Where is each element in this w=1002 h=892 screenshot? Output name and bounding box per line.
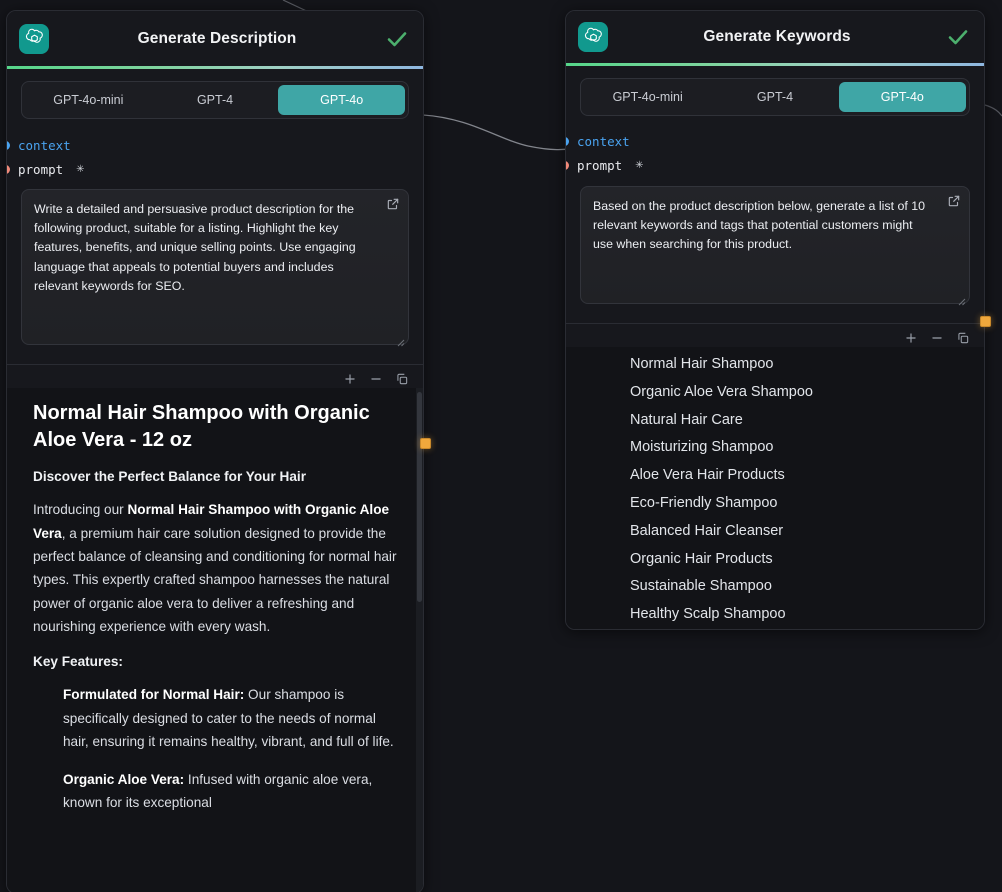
copy-icon[interactable] xyxy=(956,331,970,345)
list-item: Organic Hair Products xyxy=(630,550,773,567)
markdown-output: Normal Hair Shampoo with Organic Aloe Ve… xyxy=(7,388,423,848)
port-dot-context-icon[interactable] xyxy=(7,140,10,150)
model-selector[interactable]: GPT-4o-mini GPT-4 GPT-4o xyxy=(580,77,970,116)
port-prompt[interactable]: prompt ✳ xyxy=(7,157,409,181)
node-generate-description[interactable]: Generate Description GPT-4o-mini GPT-4 G… xyxy=(6,10,424,892)
list-item: Organic Aloe Vera: Infused with organic … xyxy=(63,771,373,810)
prompt-input[interactable] xyxy=(21,189,409,346)
output-feature-list: Formulated for Normal Hair: Our shampoo … xyxy=(33,683,397,814)
port-list: context prompt ✳ xyxy=(7,119,409,181)
output-heading-title: Normal Hair Shampoo with Organic Aloe Ve… xyxy=(33,402,370,451)
port-dot-prompt-icon[interactable] xyxy=(566,161,569,171)
output-panel[interactable]: Normal Hair Shampoo Organic Aloe Vera Sha… xyxy=(566,346,984,629)
list-item: Sustainable Shampoo xyxy=(630,578,772,595)
openai-logo-icon xyxy=(578,22,608,53)
port-list: context prompt ✳ xyxy=(566,116,970,178)
minus-icon[interactable] xyxy=(930,331,944,345)
port-context[interactable]: context xyxy=(566,130,970,154)
output-subheading: Discover the Perfect Balance for Your Ha… xyxy=(33,469,306,485)
check-icon xyxy=(946,25,970,49)
node-header[interactable]: Generate Description xyxy=(7,11,423,66)
port-prompt[interactable]: prompt ✳ xyxy=(566,154,970,178)
port-dot-prompt-icon[interactable] xyxy=(7,164,10,174)
port-label-prompt: prompt xyxy=(18,161,64,177)
model-option-gpt-4o[interactable]: GPT-4o xyxy=(278,85,406,115)
scrollbar-thumb[interactable] xyxy=(417,392,422,603)
openai-logo-icon xyxy=(19,23,49,54)
list-item: Balanced Hair Cleanser xyxy=(630,522,784,539)
port-label-context: context xyxy=(577,134,630,150)
node-body: GPT-4o-mini GPT-4 GPT-4o context prompt … xyxy=(566,66,984,309)
model-option-gpt-4[interactable]: GPT-4 xyxy=(711,82,838,112)
output-handle-left-node[interactable] xyxy=(420,438,431,449)
node-body: GPT-4o-mini GPT-4 GPT-4o context prompt … xyxy=(7,69,423,350)
node-title: Generate Description xyxy=(137,29,297,47)
list-item: Normal Hair Shampoo xyxy=(630,355,774,372)
list-item: Formulated for Normal Hair: Our shampoo … xyxy=(63,687,394,750)
port-dot-context-icon[interactable] xyxy=(566,137,569,147)
model-option-gpt-4[interactable]: GPT-4 xyxy=(152,85,279,115)
list-item: Natural Hair Care xyxy=(630,411,743,428)
check-icon xyxy=(385,27,409,51)
edge-outgoing-right-node xyxy=(984,104,1002,117)
required-star-icon: ✳ xyxy=(635,160,644,172)
output-heading-key-features: Key Features: xyxy=(33,654,123,670)
minus-icon[interactable] xyxy=(369,372,383,386)
plus-icon[interactable] xyxy=(343,372,357,386)
node-generate-keywords[interactable]: Generate Keywords GPT-4o-mini GPT-4 GPT-… xyxy=(565,10,985,630)
model-option-gpt-4o[interactable]: GPT-4o xyxy=(838,81,966,112)
port-label-prompt: prompt xyxy=(577,158,623,174)
list-item: Eco-Friendly Shampoo xyxy=(630,494,778,511)
port-context[interactable]: context xyxy=(7,133,409,157)
list-item: Aloe Vera Hair Products xyxy=(630,467,785,484)
output-toolbar xyxy=(7,365,423,388)
model-option-gpt-4o-mini[interactable]: GPT-4o-mini xyxy=(584,82,711,112)
edge-description-to-keywords xyxy=(422,114,576,151)
output-scrollbar[interactable] xyxy=(416,388,423,892)
flow-canvas[interactable]: Generate Description GPT-4o-mini GPT-4 G… xyxy=(0,0,1002,892)
plus-icon[interactable] xyxy=(904,331,918,345)
copy-icon[interactable] xyxy=(395,372,409,386)
node-title: Generate Keywords xyxy=(703,28,851,46)
list-item: Healthy Scalp Shampoo xyxy=(630,606,786,623)
required-star-icon: ✳ xyxy=(76,163,85,175)
node-header[interactable]: Generate Keywords xyxy=(566,11,984,64)
prompt-field-wrapper xyxy=(21,189,409,350)
list-item: Moisturizing Shampoo xyxy=(630,439,774,456)
output-toolbar xyxy=(566,324,984,347)
prompt-field-wrapper xyxy=(580,185,970,309)
list-item: Organic Aloe Vera Shampoo xyxy=(630,383,813,400)
output-paragraph-intro: Introducing our Normal Hair Shampoo with… xyxy=(33,502,397,635)
external-link-icon[interactable] xyxy=(947,194,961,208)
output-handle-right-node[interactable] xyxy=(980,316,991,327)
port-label-context: context xyxy=(18,137,71,153)
prompt-input[interactable] xyxy=(580,185,970,304)
keyword-list-output: Normal Hair Shampoo Organic Aloe Vera Sha… xyxy=(566,347,984,629)
model-option-gpt-4o-mini[interactable]: GPT-4o-mini xyxy=(25,85,152,115)
output-panel[interactable]: Normal Hair Shampoo with Organic Aloe Ve… xyxy=(7,388,423,892)
model-selector[interactable]: GPT-4o-mini GPT-4 GPT-4o xyxy=(21,81,409,119)
external-link-icon[interactable] xyxy=(386,197,400,211)
